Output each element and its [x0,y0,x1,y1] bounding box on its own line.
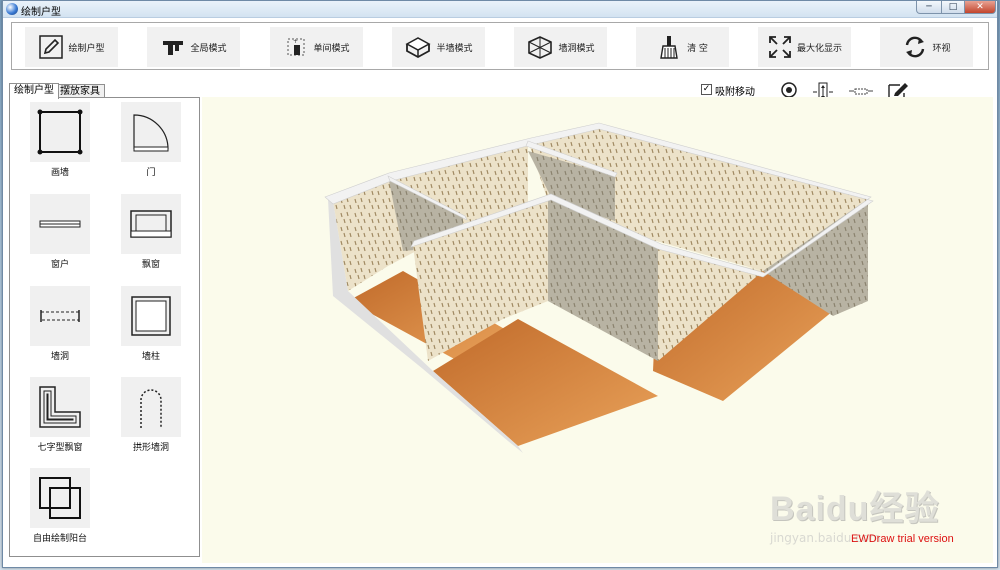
palette-item-label: 飘窗 [141,260,160,270]
half-wall-icon [405,37,432,59]
maximize-button[interactable]: □ [941,1,965,14]
orbit-view-button[interactable]: 环视 [880,27,973,67]
palette-item-label: 窗户 [50,260,69,270]
tab-place-furniture[interactable]: 摆放家具 [55,84,105,98]
l-bay-window-icon [39,386,81,428]
wall-hole-icon [528,36,553,59]
trial-watermark: EWDraw trial version [851,533,954,545]
palette-item-label: 墙洞 [50,352,69,362]
toolbar-label: 墙洞模式 [558,43,595,54]
palette-item-wall-opening[interactable]: 墙洞 [30,286,90,370]
palette-item-balcony[interactable]: 自由绘制阳台 [30,468,90,552]
toolbar-label: 单间模式 [313,43,350,54]
window-title: 绘制户型 [21,7,61,18]
title-bar: 绘制户型 ─ □ ✕ [3,1,997,18]
draw-floorplan-button[interactable]: 绘制户型 [25,27,118,67]
pencil-icon [39,35,64,59]
snap-move-checkbox[interactable]: ✓ [701,84,712,95]
minimize-button[interactable]: ─ [916,1,942,14]
drawing-palette: 画墙 门 窗户 飘窗 墙洞 墙柱 七字型飘窗 拱形墙洞 自由绘制阳台 [9,97,200,557]
palette-item-label: 画墙 [50,168,69,178]
maximize-display-button[interactable]: 最大化显示 [758,27,851,67]
arch-opening-icon [140,389,162,428]
palette-item-label: 墙柱 [141,352,160,362]
svg-text:+: + [293,38,298,45]
bay-window-icon [130,210,172,238]
toolbar-label: 环视 [932,43,951,54]
global-mode-button[interactable]: 全局模式 [147,27,240,67]
clear-button[interactable]: 清 空 [636,27,729,67]
snap-move-label: 吸附移动 [715,87,755,98]
palette-item-pillar[interactable]: 墙柱 [121,286,181,370]
wall-hole-mode-button[interactable]: 墙洞模式 [514,27,607,67]
toolbar-label: 全局模式 [190,43,227,54]
palette-item-bay-window[interactable]: 飘窗 [121,194,181,278]
toolbar-label: 最大化显示 [796,43,842,54]
rotate-icon [906,36,925,58]
door-icon [133,114,169,152]
app-window: 绘制户型 ─ □ ✕ 绘制户型 全局模式 + 单间模式 半墙模式 墙洞模式 清 … [2,0,998,568]
app-icon [6,3,18,15]
palette-item-window[interactable]: 窗户 [30,194,90,278]
wall-square-icon [37,109,83,155]
window-icon [39,220,81,228]
palette-item-label: 自由绘制阳台 [32,534,87,544]
close-button[interactable]: ✕ [964,1,996,14]
baidu-logo-text: Baidu经验 [770,490,940,528]
balcony-icon [39,477,81,519]
single-room-icon: + [287,38,305,56]
toolbar-label: 清 空 [687,43,708,54]
single-room-mode-button[interactable]: + 单间模式 [270,27,363,67]
toolbar-label: 半墙模式 [436,43,473,54]
maximize-icon [769,36,791,58]
palette-item-door[interactable]: 门 [121,102,181,186]
global-mode-icon [163,41,184,55]
toolbar-label: 绘制户型 [68,43,105,54]
broom-icon [660,36,678,59]
tab-draw-floorplan[interactable]: 绘制户型 [9,83,59,99]
palette-item-label: 拱形墙洞 [132,443,169,453]
wall-opening-icon [40,310,80,322]
palette-item-wall[interactable]: 画墙 [30,102,90,186]
palette-item-label: 门 [146,168,156,178]
main-toolbar: 绘制户型 全局模式 + 单间模式 半墙模式 墙洞模式 清 空 最大化显示 环视 [11,22,989,70]
palette-item-arch-opening[interactable]: 拱形墙洞 [121,377,181,461]
half-wall-mode-button[interactable]: 半墙模式 [392,27,485,67]
palette-item-label: 七字型飘窗 [37,443,83,453]
palette-item-l-bay-window[interactable]: 七字型飘窗 [30,377,90,461]
pillar-icon [131,296,171,336]
